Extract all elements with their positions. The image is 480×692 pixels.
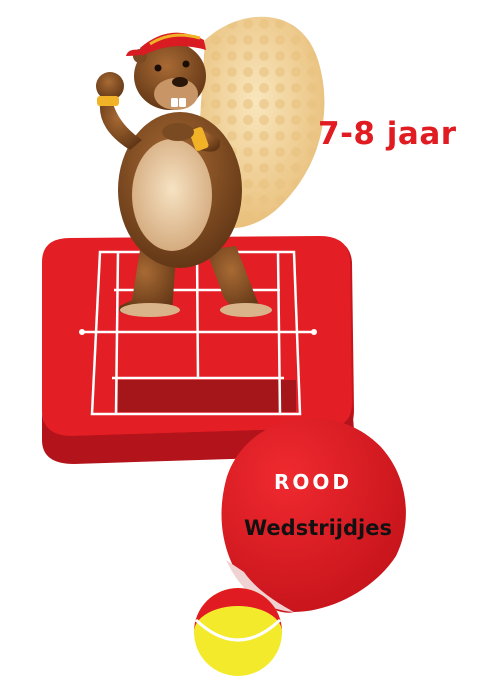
tennis-ball-icon bbox=[194, 588, 282, 676]
activity-label: Wedstrijdjes bbox=[244, 516, 392, 540]
level-label: ROOD bbox=[273, 470, 352, 494]
age-label: 7-8 jaar bbox=[318, 116, 457, 152]
illustration bbox=[42, 16, 406, 676]
